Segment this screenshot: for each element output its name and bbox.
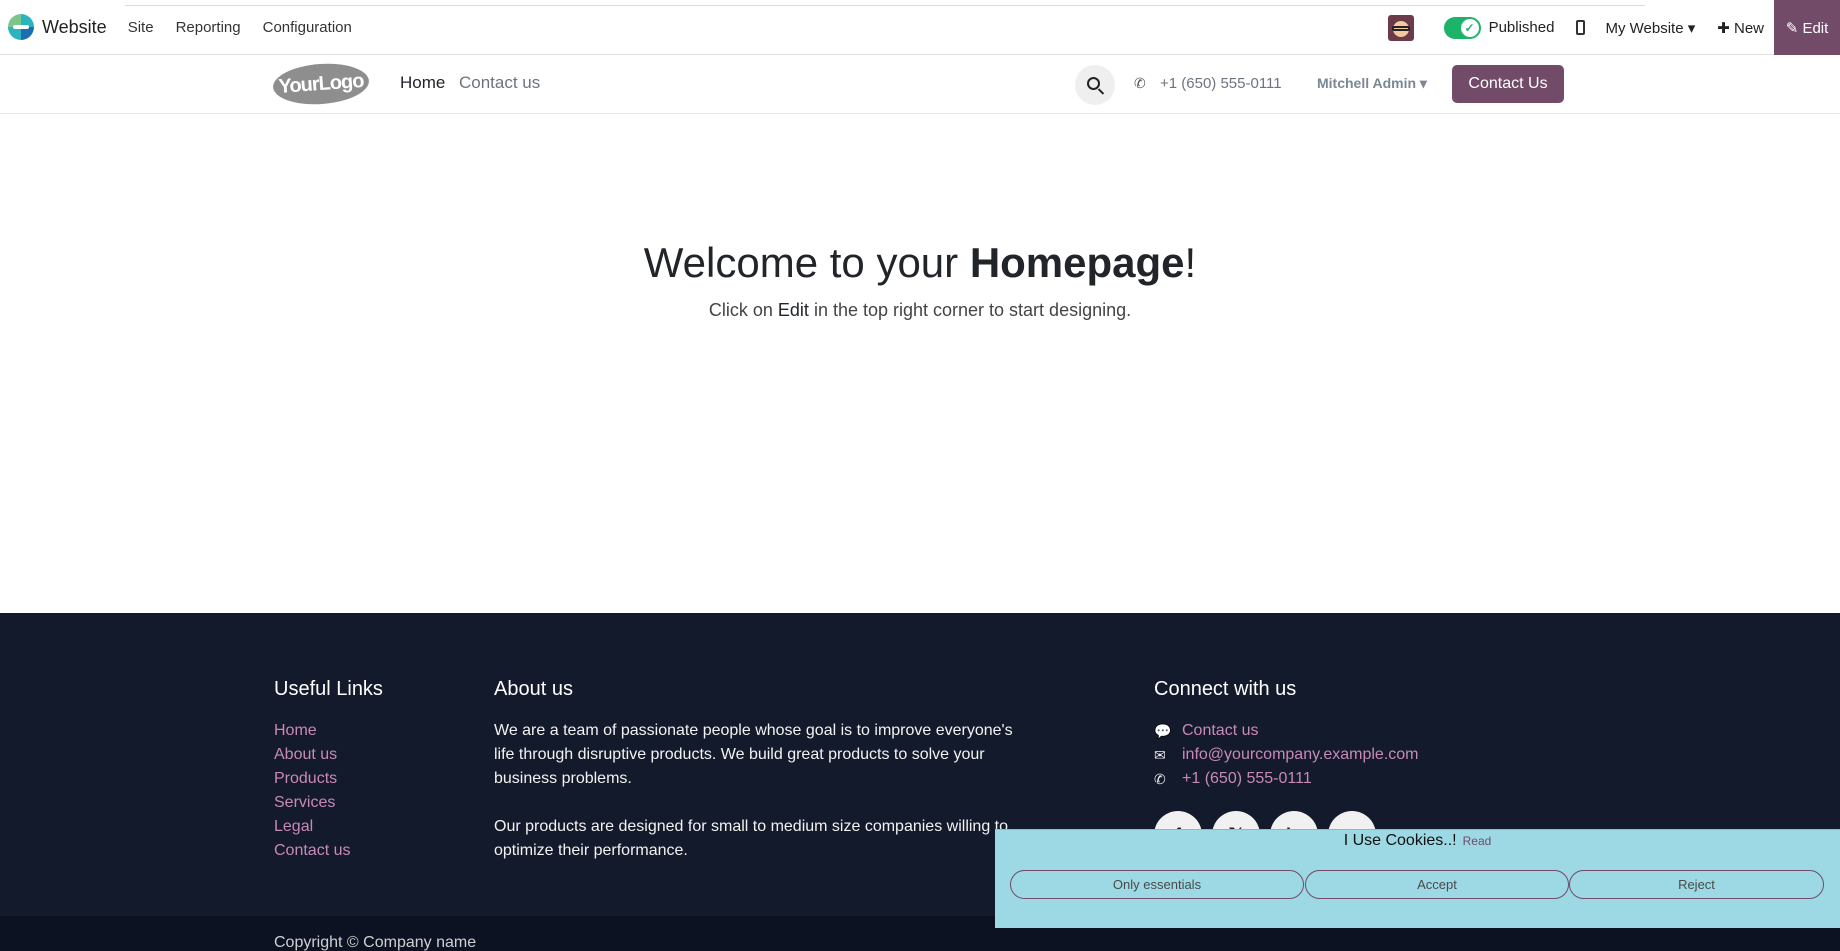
cookie-banner: I Use Cookies..! Read Only essentials Acc… bbox=[995, 829, 1840, 928]
published-toggle[interactable]: ✓ bbox=[1443, 16, 1481, 39]
connect-contact-link[interactable]: Contact us bbox=[1182, 722, 1258, 740]
admin-navbar: Website Site Reporting Configuration ✓ P… bbox=[0, 0, 1840, 55]
hero-title-bold: Homepage bbox=[969, 239, 1185, 286]
comment-icon: 💬 bbox=[1154, 722, 1172, 739]
new-content-button[interactable]: ✚ New bbox=[1717, 19, 1764, 37]
phone-icon: ✆ bbox=[1134, 75, 1146, 91]
footer-link-contact[interactable]: Contact us bbox=[274, 839, 383, 863]
mobile-preview-icon[interactable] bbox=[1576, 20, 1586, 35]
connect-phone-link[interactable]: +1 (650) 555-0111 bbox=[1182, 770, 1312, 788]
search-icon bbox=[1086, 76, 1100, 90]
connect-phone-row: ✆ +1 (650) 555-0111 bbox=[1154, 767, 1419, 791]
hero-title: Welcome to your Homepage! bbox=[0, 239, 1840, 287]
header-phone[interactable]: +1 (650) 555-0111 bbox=[1160, 75, 1282, 92]
website-switcher[interactable]: My Website ▾ bbox=[1605, 19, 1695, 37]
connect-email-row: ✉ info@yourcompany.example.com bbox=[1154, 743, 1419, 767]
connect-heading: Connect with us bbox=[1154, 678, 1297, 700]
about-heading: About us bbox=[494, 678, 573, 700]
hero-section: Welcome to your Homepage! Click on Edit … bbox=[0, 114, 1840, 613]
user-avatar-icon[interactable] bbox=[1387, 14, 1414, 41]
nav-contact-us[interactable]: Contact us bbox=[459, 73, 540, 93]
admin-menu: Site Reporting Configuration bbox=[117, 19, 363, 36]
user-menu[interactable]: Mitchell Admin ▾ bbox=[1317, 75, 1427, 92]
published-label: Published bbox=[1488, 19, 1555, 36]
contact-us-button[interactable]: Contact Us bbox=[1452, 65, 1564, 103]
only-essentials-button[interactable]: Only essentials bbox=[1010, 870, 1304, 899]
edit-button[interactable]: ✎ Edit bbox=[1774, 0, 1840, 55]
site-logo[interactable]: YourLogo bbox=[271, 60, 371, 108]
app-brand[interactable]: Website bbox=[8, 14, 107, 40]
footer-link-legal[interactable]: Legal bbox=[274, 815, 383, 839]
footer-link-about[interactable]: About us bbox=[274, 743, 383, 767]
app-name: Website bbox=[42, 16, 107, 37]
hero-sub-edit: Edit bbox=[777, 300, 809, 320]
hero-title-prefix: Welcome to your bbox=[643, 239, 970, 286]
search-button[interactable] bbox=[1075, 65, 1115, 105]
reject-button[interactable]: Reject bbox=[1569, 870, 1824, 899]
footer-link-products[interactable]: Products bbox=[274, 767, 383, 791]
footer-link-services[interactable]: Services bbox=[274, 791, 383, 815]
hero-subtitle: Click on Edit in the top right corner to… bbox=[0, 300, 1840, 321]
menu-site[interactable]: Site bbox=[128, 19, 154, 36]
nav-home[interactable]: Home bbox=[400, 73, 445, 93]
useful-links-heading: Useful Links bbox=[274, 678, 383, 700]
connect-email-link[interactable]: info@yourcompany.example.com bbox=[1182, 746, 1419, 764]
menu-reporting[interactable]: Reporting bbox=[176, 19, 241, 36]
cookie-read-link[interactable]: Read bbox=[1463, 834, 1492, 848]
footer-link-home[interactable]: Home bbox=[274, 719, 383, 743]
envelope-icon: ✉ bbox=[1154, 746, 1166, 763]
footer-useful-links: Useful Links Home About us Products Serv… bbox=[274, 678, 383, 863]
phone-icon: ✆ bbox=[1154, 770, 1166, 787]
about-paragraph-2: Our products are designed for small to m… bbox=[494, 818, 1009, 859]
site-header: YourLogo Home Contact us ✆ +1 (650) 555-… bbox=[0, 55, 1840, 114]
admin-right-controls: ✓ Published My Website ▾ ✚ New ✎ Edit bbox=[1387, 0, 1840, 55]
cookie-title: I Use Cookies..! Read bbox=[995, 832, 1840, 850]
hero-sub-prefix: Click on bbox=[708, 300, 778, 320]
footer-about: About us We are a team of passionate peo… bbox=[494, 678, 1024, 887]
copyright-text: Copyright © Company name bbox=[274, 934, 477, 951]
connect-contact-row: 💬 Contact us bbox=[1154, 719, 1419, 743]
avatar-glasses bbox=[1391, 25, 1410, 31]
about-paragraph-1: We are a team of passionate people whose… bbox=[494, 722, 1013, 787]
hero-title-suffix: ! bbox=[1184, 239, 1197, 286]
check-icon: ✓ bbox=[1460, 18, 1479, 37]
website-app-icon bbox=[8, 14, 34, 40]
accept-button[interactable]: Accept bbox=[1305, 870, 1569, 899]
menu-configuration[interactable]: Configuration bbox=[263, 19, 352, 36]
hero-sub-suffix: in the top right corner to start designi… bbox=[808, 300, 1132, 320]
cookie-title-text: I Use Cookies..! bbox=[1343, 832, 1457, 849]
